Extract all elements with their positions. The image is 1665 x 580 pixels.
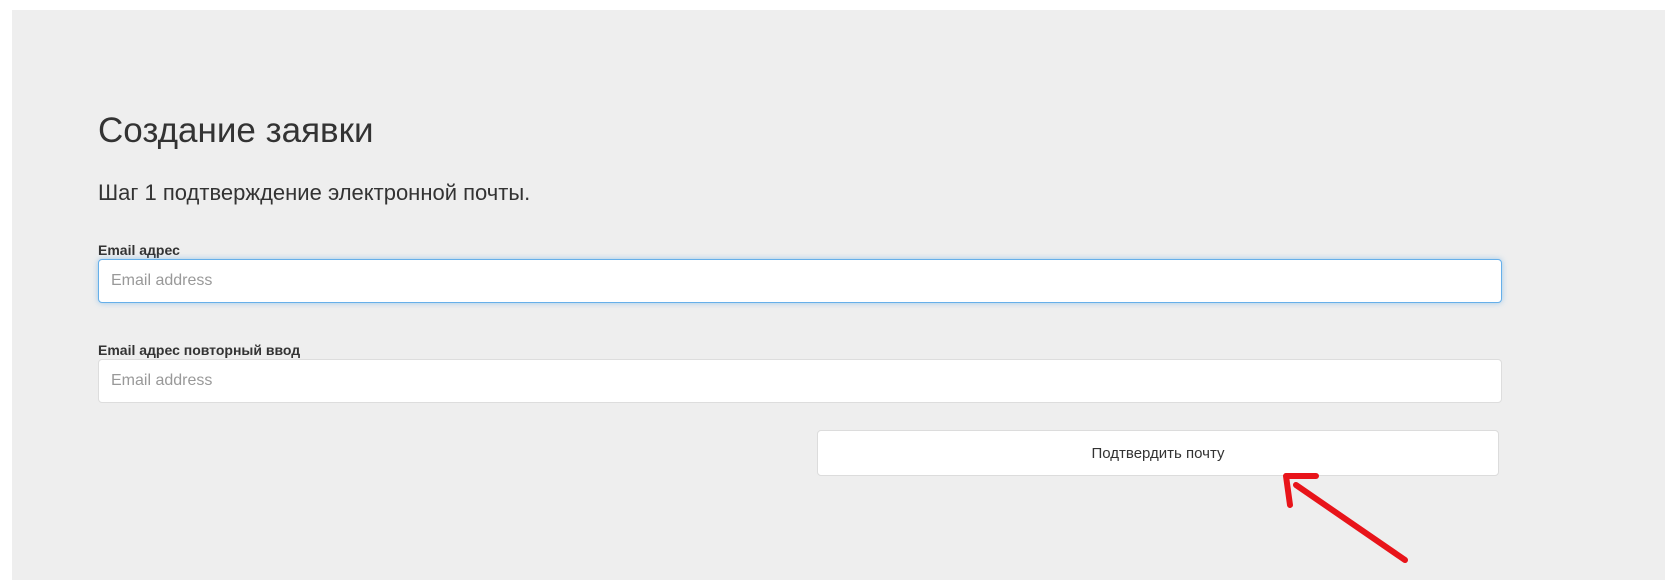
email-repeat-label: Email адрес повторный ввод [98, 342, 301, 358]
email-repeat-field[interactable] [98, 359, 1502, 403]
step-description: Шаг 1 подтверждение электронной почты. [98, 180, 531, 205]
page-title: Создание заявки [98, 111, 374, 150]
email-label: Email адрес [98, 242, 180, 258]
email-field[interactable] [98, 259, 1502, 303]
form-panel: Создание заявки Шаг 1 подтверждение элек… [12, 10, 1665, 580]
confirm-email-button[interactable]: Подтвердить почту [817, 430, 1499, 476]
